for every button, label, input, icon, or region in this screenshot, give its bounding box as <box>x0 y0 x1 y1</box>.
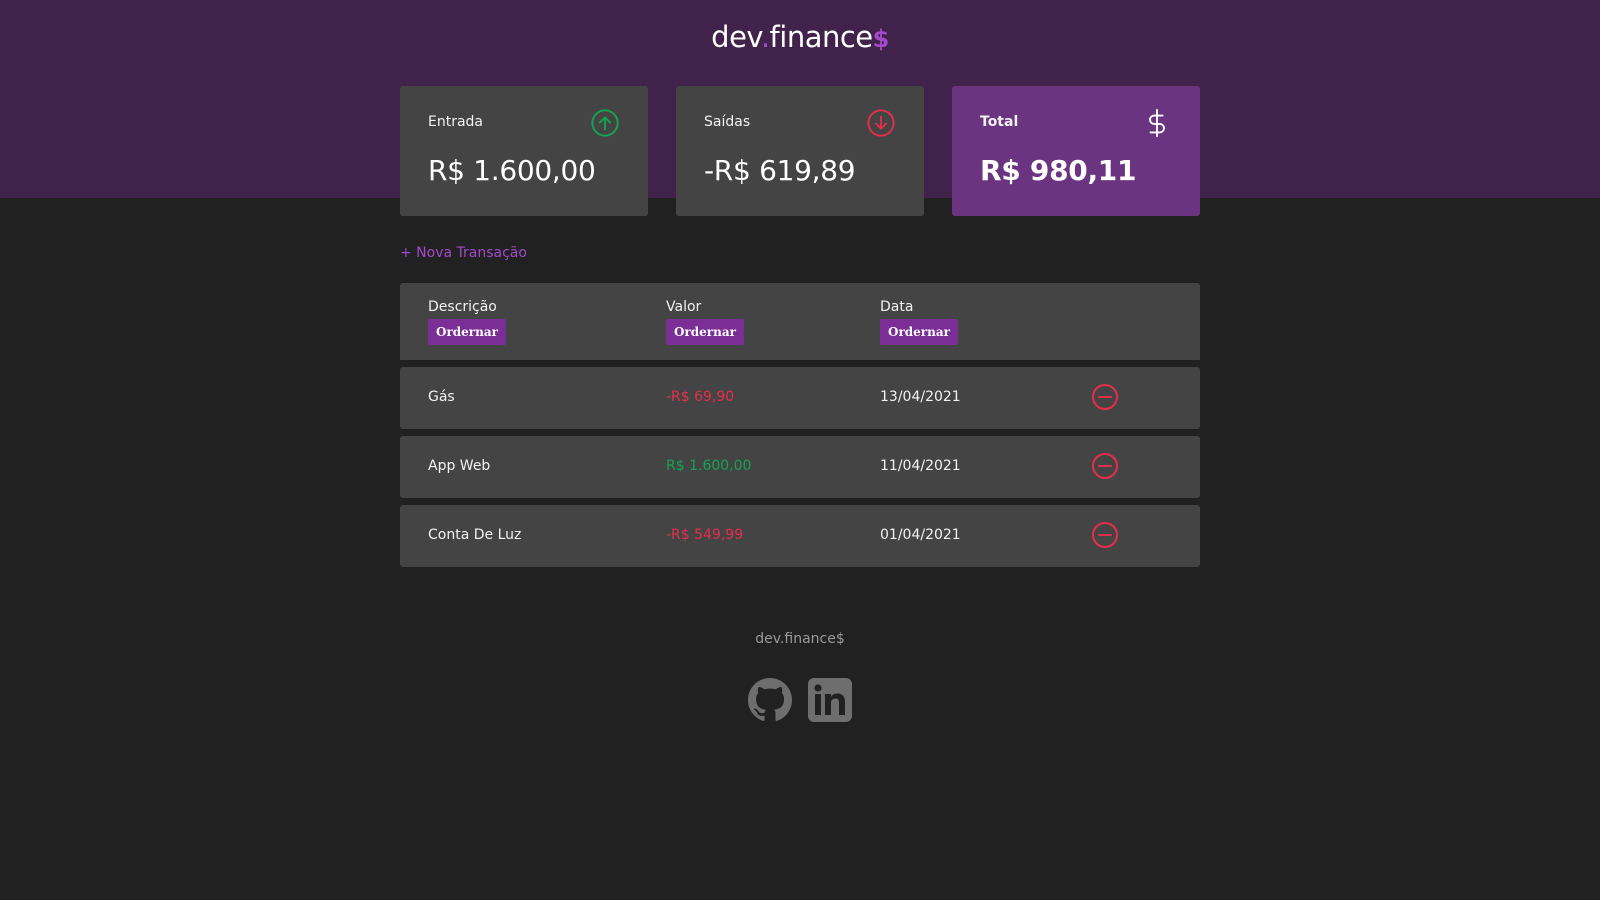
linkedin-icon[interactable] <box>808 678 852 722</box>
remove-transaction-icon[interactable] <box>1091 383 1119 411</box>
income-label: Entrada <box>428 114 484 130</box>
remove-transaction-icon[interactable] <box>1091 452 1119 480</box>
row-amount: -R$ 69,90 <box>666 389 735 405</box>
sort-date-button[interactable]: Ordernar <box>880 319 958 345</box>
column-date-label: Data <box>880 299 914 315</box>
footer-title: dev.finance$ <box>755 631 845 647</box>
logo-dot: . <box>760 20 770 54</box>
column-description-label: Descrição <box>428 299 497 315</box>
github-icon[interactable] <box>748 678 792 722</box>
column-description: Descrição Ordernar <box>428 299 506 345</box>
row-description: App Web <box>428 458 491 474</box>
column-value: Valor Ordernar <box>666 299 744 345</box>
dollar-sign-icon <box>1149 108 1165 138</box>
table-row: Gás -R$ 69,90 13/04/2021 <box>400 367 1200 429</box>
row-amount: R$ 1.600,00 <box>666 458 752 474</box>
table-header: Descrição Ordernar Valor Ordernar Data O… <box>400 283 1200 360</box>
transactions-table: Descrição Ordernar Valor Ordernar Data O… <box>400 283 1200 567</box>
row-date: 13/04/2021 <box>880 389 961 405</box>
social-links <box>748 678 858 724</box>
expense-label: Saídas <box>704 114 751 130</box>
balance-summary: Entrada R$ 1.600,00 Saídas -R$ 619,89 To… <box>400 86 1200 216</box>
row-description: Gás <box>428 389 455 405</box>
income-card: Entrada R$ 1.600,00 <box>400 86 648 216</box>
logo-text-finance: finance <box>769 20 874 54</box>
logo-text-dev: dev <box>711 20 761 54</box>
table-row: App Web R$ 1.600,00 11/04/2021 <box>400 436 1200 498</box>
sort-value-button[interactable]: Ordernar <box>666 319 744 345</box>
row-amount: -R$ 549,99 <box>666 527 744 543</box>
logo-dollar: $ <box>872 25 890 53</box>
total-card: Total R$ 980,11 <box>952 86 1200 216</box>
income-value: R$ 1.600,00 <box>428 154 596 187</box>
total-label: Total <box>980 114 1019 130</box>
expense-card: Saídas -R$ 619,89 <box>676 86 924 216</box>
table-row: Conta De Luz -R$ 549,99 01/04/2021 <box>400 505 1200 567</box>
column-value-label: Valor <box>666 299 702 315</box>
total-value: R$ 980,11 <box>980 154 1137 187</box>
row-date: 01/04/2021 <box>880 527 961 543</box>
sort-description-button[interactable]: Ordernar <box>428 319 506 345</box>
new-transaction-button[interactable]: + Nova Transação <box>400 245 527 261</box>
row-date: 11/04/2021 <box>880 458 961 474</box>
arrow-down-circle-icon <box>867 109 895 137</box>
row-description: Conta De Luz <box>428 527 522 543</box>
column-date: Data Ordernar <box>880 299 958 345</box>
arrow-up-circle-icon <box>591 109 619 137</box>
logo: dev.finance$ <box>0 20 1600 54</box>
remove-transaction-icon[interactable] <box>1091 521 1119 549</box>
expense-value: -R$ 619,89 <box>704 154 856 187</box>
